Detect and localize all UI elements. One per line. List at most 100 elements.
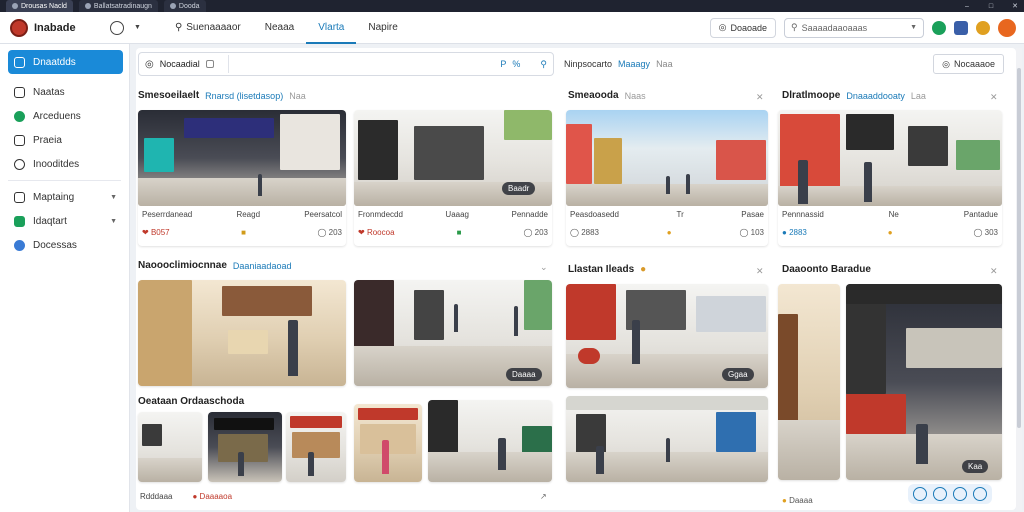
section-subtitle[interactable]: Rnarsd (lisetdasop) — [205, 91, 283, 101]
close-icon[interactable]: ✕ — [756, 92, 764, 103]
close-icon[interactable]: ✕ — [990, 266, 998, 277]
bookmark-icon[interactable]: ■ — [457, 228, 462, 237]
media-card[interactable]: Peserrdanead Reagd Peersatcol ❤ B057 ■ ◯… — [138, 110, 346, 246]
feedback-icon[interactable] — [953, 487, 967, 501]
media-card[interactable] — [138, 280, 346, 386]
close-icon[interactable]: ✕ — [1006, 2, 1024, 10]
media-card[interactable] — [566, 396, 768, 482]
comment-icon[interactable]: ◯ 203 — [317, 228, 342, 237]
media-card[interactable]: Baadr Fronmdecdd Uaaag Pennadde ❤ Roocoa… — [354, 110, 552, 246]
share-button[interactable]: ◎ Doaoade — [709, 17, 776, 38]
scrollbar-thumb[interactable] — [1017, 68, 1021, 428]
chat-icon[interactable] — [932, 20, 946, 35]
nav-item-active[interactable]: Vlarta — [306, 12, 357, 44]
comments-count: 203 — [534, 228, 548, 237]
filter-input[interactable] — [227, 55, 495, 73]
media-badge[interactable]: Ggaa — [722, 368, 754, 381]
sidebar-item[interactable]: Inooditdes — [8, 152, 123, 176]
media-card[interactable] — [778, 284, 840, 480]
chat-icon[interactable] — [933, 487, 947, 501]
media-card[interactable]: Pennnassid Ne Pantadue ● 2883 ● ◯ 303 — [778, 110, 1002, 246]
media-card[interactable]: Kaa — [846, 284, 1002, 480]
header-search-input[interactable]: ⚲ Saaaadaaoaaas ▼ — [784, 17, 924, 38]
comment-icon[interactable]: ◯ 303 — [973, 228, 998, 237]
search-icon[interactable]: ⚲ — [540, 59, 547, 70]
nav-item[interactable]: ⚲ Suenaaaaor — [163, 12, 253, 44]
close-icon[interactable]: ✕ — [756, 266, 764, 277]
media-card[interactable]: Peasdoasedd Tr Pasae ◯ 2883 ● ◯ 103 — [566, 110, 768, 246]
minimize-icon[interactable]: – — [958, 3, 976, 10]
close-icon[interactable]: ✕ — [990, 92, 998, 103]
share-icon[interactable]: ↗ — [540, 492, 547, 501]
scrollbar[interactable] — [1016, 48, 1022, 510]
sidebar-item[interactable]: Docessas — [8, 233, 123, 257]
help-icon[interactable] — [913, 487, 927, 501]
sidebar-item-label: Dnaatdds — [33, 56, 76, 68]
browser-tab[interactable]: Dooda — [163, 0, 206, 12]
sidebar-item[interactable]: Naatas — [8, 80, 123, 104]
pin-button[interactable]: P — [500, 59, 506, 69]
browser-tab[interactable]: Ballatsatradinaugn — [78, 0, 158, 12]
sidebar-item-dashboard[interactable]: Dnaatdds — [8, 50, 123, 74]
options-button[interactable]: % — [512, 59, 520, 69]
apps-icon[interactable] — [954, 20, 968, 35]
results-filter-link[interactable]: Maaagy — [618, 59, 650, 69]
floor — [778, 186, 1002, 206]
meta-text: Reagd — [236, 210, 261, 219]
section-subtitle[interactable]: Daaniaadaoad — [233, 261, 292, 271]
chevron-down-icon[interactable]: ▼ — [134, 24, 141, 31]
globe-icon[interactable]: ● 2883 — [782, 228, 807, 237]
likes-count: Roocoa — [366, 228, 395, 237]
media-card[interactable] — [354, 404, 422, 482]
clock-icon[interactable]: ◯ 2883 — [570, 228, 599, 237]
card-stats: ❤ Roocoa ■ ◯ 203 — [358, 228, 548, 237]
storefront — [292, 432, 340, 458]
media-badge[interactable]: Kaa — [962, 460, 989, 473]
sidebar-item[interactable]: Maptaing ▼ — [8, 185, 123, 209]
media-badge[interactable]: Daaaa — [506, 368, 542, 381]
card-thumbnail: Kaa — [846, 284, 1002, 480]
media-card[interactable] — [286, 412, 346, 482]
sidebar-divider — [8, 180, 121, 181]
media-badge[interactable]: Baadr — [502, 182, 536, 195]
tab-favicon-icon — [169, 3, 176, 9]
media-card[interactable]: Ggaa — [566, 284, 768, 388]
notifications-icon[interactable] — [976, 20, 990, 35]
sidebar-item[interactable]: Praeia — [8, 128, 123, 152]
tab-favicon-icon — [84, 3, 91, 9]
nav-item[interactable]: Neaaa — [253, 12, 306, 44]
comment-icon[interactable]: ◯ 103 — [739, 228, 764, 237]
settings-icon[interactable] — [973, 487, 987, 501]
history-icon[interactable] — [110, 20, 124, 35]
media-card[interactable]: Daaaa — [354, 280, 552, 386]
chevron-down-icon[interactable]: ⌄ — [540, 262, 548, 273]
media-card[interactable] — [138, 412, 202, 482]
person — [288, 320, 298, 376]
heart-icon[interactable]: ❤ Roocoa — [358, 228, 395, 237]
browser-tab[interactable]: Drousas Nacld — [6, 0, 73, 12]
sidebar-item[interactable]: Arceduens — [8, 104, 123, 128]
brand-logo[interactable]: Inabade — [0, 18, 104, 37]
tab-favicon-icon — [12, 3, 18, 9]
checkbox[interactable] — [205, 60, 214, 68]
chevron-down-icon: ▼ — [110, 217, 117, 225]
media-card[interactable] — [208, 412, 282, 482]
comment-icon[interactable]: ◯ 203 — [523, 228, 548, 237]
section-subtitle[interactable]: Dnaaaddooaty — [846, 91, 905, 101]
person — [258, 174, 262, 196]
bookmark-icon[interactable]: ■ — [241, 228, 246, 237]
sort-button[interactable]: ◎ Nocaaaoe — [933, 54, 1004, 74]
meta-text: Pantadue — [963, 210, 998, 219]
storefront — [716, 412, 756, 452]
nav-item[interactable]: Napire — [356, 12, 409, 44]
sidebar-item[interactable]: Idaqtart ▼ — [8, 209, 123, 233]
maximize-icon[interactable]: □ — [982, 3, 1000, 10]
heart-icon[interactable]: ❤ B057 — [142, 228, 170, 237]
media-card[interactable] — [428, 400, 552, 482]
filter-bar[interactable]: ◎ Nocaadial P % ⚲ — [138, 52, 554, 76]
nav-label: Suenaaaaor — [186, 21, 241, 33]
coin-icon[interactable]: ● — [888, 228, 893, 237]
avatar[interactable] — [998, 18, 1016, 37]
storefront — [696, 296, 766, 332]
coin-icon[interactable]: ● — [667, 228, 672, 237]
